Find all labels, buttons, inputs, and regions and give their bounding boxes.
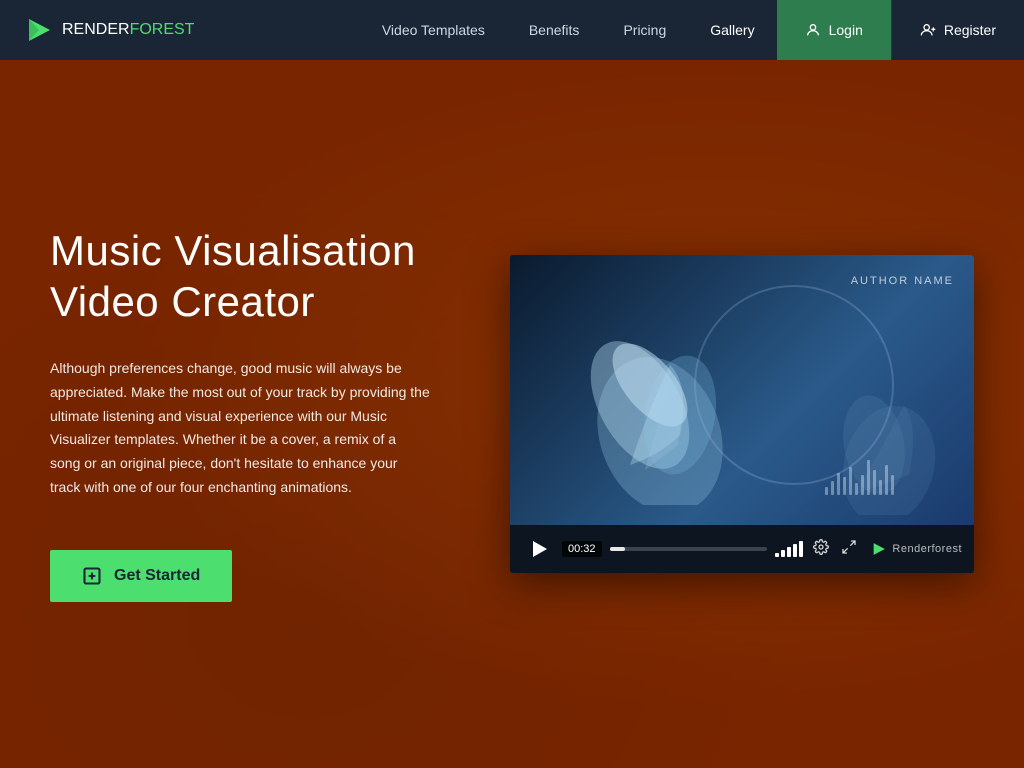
navbar: RENDERFOREST Video Templates Benefits Pr… (0, 0, 1024, 60)
settings-icon[interactable] (811, 537, 831, 562)
nav-pricing[interactable]: Pricing (601, 0, 688, 60)
nav-links: Video Templates Benefits Pricing Gallery (360, 0, 777, 60)
logo-text: RENDERFOREST (62, 21, 194, 39)
progress-bar[interactable] (610, 547, 768, 551)
progress-fill (610, 547, 626, 551)
logo[interactable]: RENDERFOREST (0, 15, 194, 45)
bird-shape-main (560, 305, 760, 505)
play-icon (533, 541, 547, 557)
user-icon (805, 22, 821, 38)
login-button[interactable]: Login (777, 0, 891, 60)
get-started-button[interactable]: Get Started (50, 550, 232, 602)
edit-icon (82, 566, 102, 586)
time-display: 00:32 (562, 541, 602, 557)
watermark: Renderforest (871, 541, 962, 557)
hero-title: Music VisualisationVideo Creator (50, 226, 470, 327)
user-plus-icon (920, 22, 936, 38)
hero-content: Music VisualisationVideo Creator Althoug… (0, 60, 1024, 768)
watermark-text: Renderforest (892, 543, 962, 555)
video-controls-bar: 00:32 (510, 525, 974, 573)
video-player: AUTHOR NAME (510, 255, 974, 573)
nav-auth: Login Register (777, 0, 1024, 60)
video-screen: AUTHOR NAME (510, 255, 974, 525)
waveform-visualization (825, 460, 894, 495)
volume-icon[interactable] (775, 541, 803, 557)
play-button[interactable] (522, 533, 554, 565)
fullscreen-icon[interactable] (839, 537, 859, 562)
nav-benefits[interactable]: Benefits (507, 0, 602, 60)
nav-gallery[interactable]: Gallery (688, 0, 776, 60)
register-button[interactable]: Register (891, 0, 1024, 60)
hero-description: Although preferences change, good music … (50, 357, 430, 500)
nav-video-templates[interactable]: Video Templates (360, 0, 507, 60)
logo-icon (24, 15, 54, 45)
rf-logo-icon (871, 541, 887, 557)
author-name-tag: AUTHOR NAME (851, 275, 954, 287)
hero-left-panel: Music VisualisationVideo Creator Althoug… (50, 226, 470, 602)
